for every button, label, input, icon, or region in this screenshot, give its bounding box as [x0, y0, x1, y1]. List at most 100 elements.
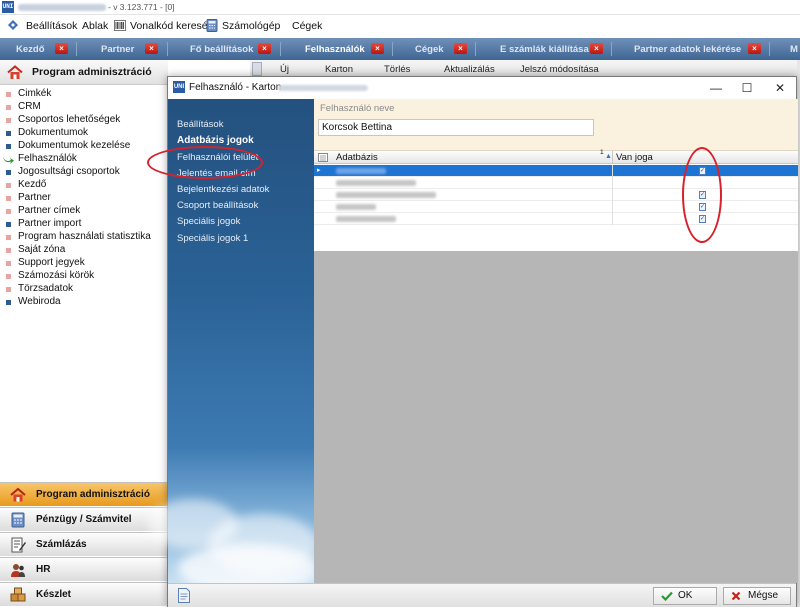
table-row[interactable] — [314, 177, 798, 189]
left-item-torzsadatok[interactable]: Törzsadatok — [0, 283, 168, 296]
module-szamlazas[interactable]: Számlázás — [0, 532, 168, 556]
user-card-dialog: UNI Felhasználó - Karton — ☐ ✕ Beállítás… — [147, 76, 798, 607]
cancel-button[interactable]: Mégse — [723, 587, 791, 605]
module-program-admin[interactable]: Program adminisztráció — [0, 482, 168, 506]
bullet-icon — [6, 248, 11, 253]
nav-bejelentkezesi[interactable]: Bejelentkezési adatok — [177, 184, 269, 195]
toolbar-refresh[interactable]: Aktualizálás — [444, 64, 495, 75]
column-adatbazis[interactable]: Adatbázis — [336, 152, 378, 163]
tab-e-szamlak[interactable]: E számlák kiállítása — [500, 44, 589, 55]
tab-kezdo[interactable]: Kezdő — [16, 44, 45, 55]
minimize-icon[interactable]: — — [705, 79, 727, 97]
left-item-szamozasi[interactable]: Számozási körök — [0, 270, 168, 283]
left-item-jogosultsagi[interactable]: Jogosultsági csoportok — [0, 166, 168, 179]
toolbar-password[interactable]: Jelszó módosítása — [520, 64, 599, 75]
nav-csoport-beallitasok[interactable]: Csoport beállítások — [177, 200, 258, 211]
tab-close-icon[interactable]: × — [55, 43, 68, 54]
user-name-input[interactable]: Korcsok Bettina — [318, 119, 594, 136]
left-item-felhasznalok[interactable]: Felhasználók — [0, 153, 168, 166]
nav-adatbazis-jogok[interactable]: Adatbázis jogok — [177, 135, 254, 146]
left-item-partner-import[interactable]: Partner import — [0, 218, 168, 231]
settings-icon — [8, 20, 18, 30]
tab-partner-adatok[interactable]: Partner adatok lekérése — [634, 44, 741, 55]
left-item-webiroda[interactable]: Webiroda — [0, 296, 168, 309]
nav-specialis-jogok-1[interactable]: Speciális jogok 1 — [177, 233, 248, 244]
left-item-partner-cimek[interactable]: Partner címek — [0, 205, 168, 218]
table-row[interactable]: ✓ — [314, 213, 798, 225]
tab-cegek[interactable]: Cégek — [415, 44, 444, 55]
module-penzugy[interactable]: Pénzügy / Számvitel — [0, 507, 168, 531]
left-panel: Program adminisztráció Cimkék CRM Csopor… — [0, 60, 168, 607]
menu-item-window[interactable]: Ablak — [82, 20, 108, 32]
module-hr[interactable]: HR — [0, 557, 168, 581]
sort-index: 1 — [600, 149, 604, 156]
tab-separator — [611, 42, 612, 56]
column-divider — [612, 151, 613, 164]
left-item-cimkek[interactable]: Cimkék — [0, 88, 168, 101]
tab-close-icon[interactable]: × — [748, 43, 761, 54]
column-divider — [612, 165, 613, 177]
tab-close-icon[interactable]: × — [371, 43, 384, 54]
module-keszlet[interactable]: Készlet — [0, 582, 168, 606]
nav-specialis-jogok[interactable]: Speciális jogok — [177, 216, 240, 227]
cancel-x-icon — [731, 591, 741, 601]
bullet-icon — [6, 261, 11, 266]
close-icon[interactable]: ✕ — [769, 79, 791, 97]
user-name-label: Felhasználó neve — [320, 103, 395, 114]
menu-item-companies[interactable]: Cégek — [292, 20, 322, 32]
toolbar-new[interactable]: Új — [280, 64, 289, 75]
green-arrow-icon — [3, 157, 14, 164]
column-divider — [612, 177, 613, 189]
left-item-support[interactable]: Support jegyek — [0, 257, 168, 270]
red-annotation-circle — [682, 147, 722, 243]
collapse-handle[interactable] — [252, 62, 262, 76]
table-row[interactable]: ✓ — [314, 201, 798, 213]
maximize-icon[interactable]: ☐ — [736, 79, 758, 97]
bullet-icon — [6, 235, 11, 240]
tab-close-icon[interactable]: × — [145, 43, 158, 54]
table-row[interactable]: ▸ ✓ — [314, 165, 798, 177]
tab-truncated[interactable]: M — [790, 44, 798, 55]
blurred-dialog-subtitle — [278, 85, 368, 91]
left-item-dokumentumok[interactable]: Dokumentumok — [0, 127, 168, 140]
nav-beallitasok[interactable]: Beállítások — [177, 119, 223, 130]
bullet-icon — [6, 209, 11, 214]
tab-partner[interactable]: Partner — [101, 44, 134, 55]
tab-bar: Kezdő × Partner × Fő beállítások × Felha… — [0, 38, 800, 60]
blurred-database-name — [336, 192, 436, 198]
blurred-database-name — [336, 180, 416, 186]
toolbar-karton[interactable]: Karton — [325, 64, 353, 75]
sort-asc-icon: ▲ — [605, 153, 612, 160]
left-item-kezdo[interactable]: Kezdő — [0, 179, 168, 192]
bullet-icon — [6, 144, 11, 149]
menu-item-barcode-search[interactable]: Vonalkód keresés — [130, 20, 213, 32]
left-item-partner[interactable]: Partner — [0, 192, 168, 205]
left-item-sajat-zona[interactable]: Saját zóna — [0, 244, 168, 257]
dialog-footer: OK Mégse — [168, 583, 796, 607]
home-icon — [7, 65, 23, 79]
left-item-dokumentumok-kezelese[interactable]: Dokumentumok kezelése — [0, 140, 168, 153]
ok-button[interactable]: OK — [653, 587, 717, 605]
calculator-icon — [206, 19, 218, 32]
column-van-joga[interactable]: Van joga — [616, 152, 653, 163]
table-row[interactable]: ✓ — [314, 189, 798, 201]
tab-close-icon[interactable]: × — [258, 43, 271, 54]
red-annotation-circle — [147, 146, 263, 179]
document-icon[interactable] — [178, 588, 190, 603]
tab-fo-beallitasok[interactable]: Fő beállítások — [190, 44, 253, 55]
app-title-bar: UNI - v 3.123.771 - [0] — [0, 0, 800, 15]
column-divider — [612, 189, 613, 201]
tab-close-icon[interactable]: × — [590, 43, 603, 54]
toolbar-delete[interactable]: Törlés — [384, 64, 410, 75]
column-divider — [612, 201, 613, 213]
menu-item-settings[interactable]: Beállítások — [26, 20, 77, 32]
left-item-crm[interactable]: CRM — [0, 101, 168, 114]
tab-felhasznalok[interactable]: Felhasználók — [305, 44, 365, 55]
tab-close-icon[interactable]: × — [454, 43, 467, 54]
menu-item-calculator[interactable]: Számológép — [222, 20, 280, 32]
left-item-statisztika[interactable]: Program használati statisztika — [0, 231, 168, 244]
barcode-icon — [114, 20, 126, 31]
grid-menu-icon[interactable] — [318, 153, 328, 162]
left-item-csoportos[interactable]: Csoportos lehetőségek — [0, 114, 168, 127]
boxes-icon — [10, 587, 26, 602]
